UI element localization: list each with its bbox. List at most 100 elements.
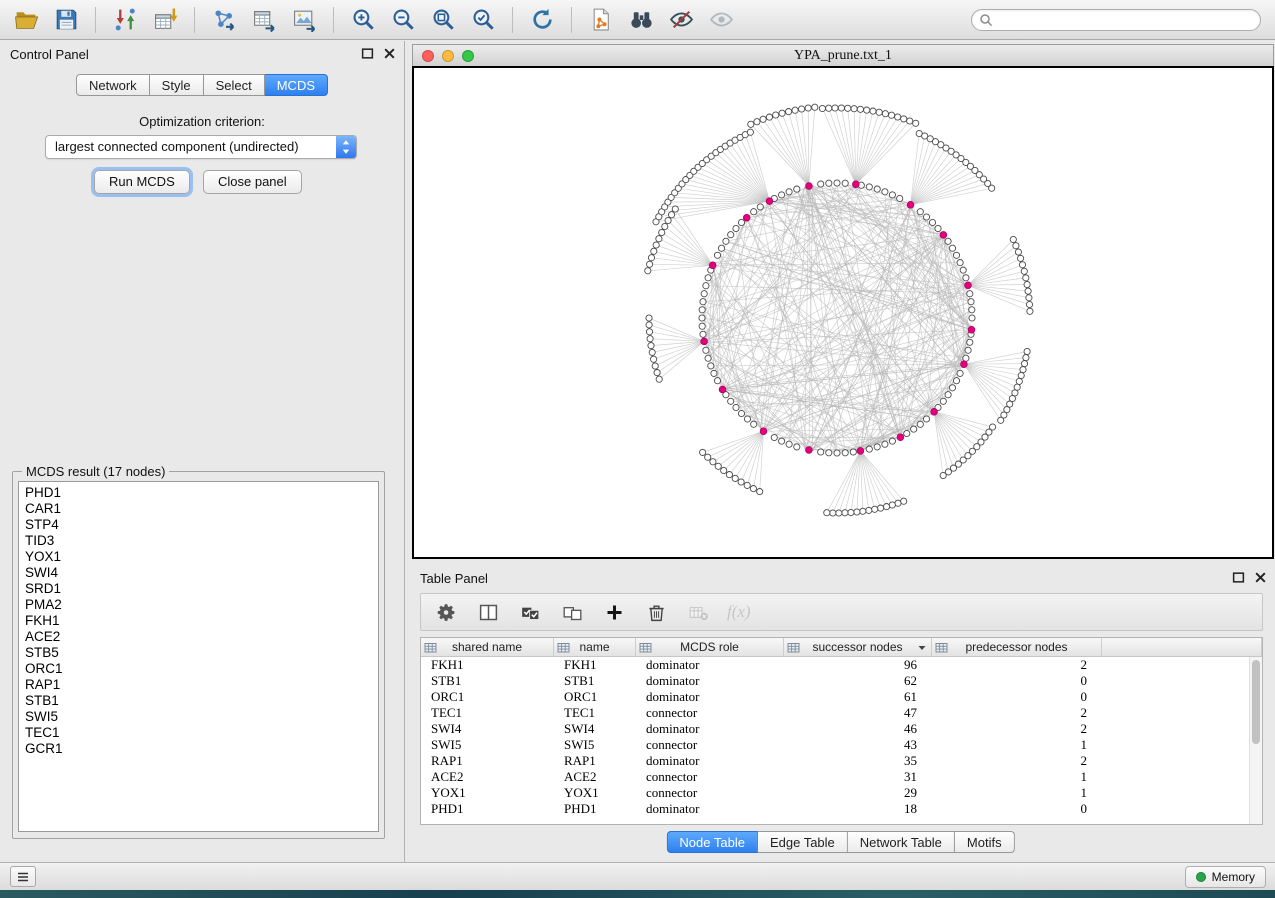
- close-table-panel-button[interactable]: [1254, 571, 1267, 584]
- application-window: Control Panel NetworkStyleSelectMCDS Opt…: [0, 0, 1275, 898]
- table-vertical-scrollbar[interactable]: [1249, 657, 1262, 824]
- table-row[interactable]: ACE2ACE2connector311: [421, 769, 1262, 785]
- mcds-result-item[interactable]: STB1: [25, 693, 372, 709]
- zoom-fit-button[interactable]: [425, 4, 461, 36]
- column-header-shared-name[interactable]: shared name: [421, 638, 554, 656]
- table-tab-motifs[interactable]: Motifs: [955, 831, 1015, 853]
- table-cell: 0: [932, 801, 1102, 817]
- mcds-result-item[interactable]: SWI4: [25, 565, 372, 581]
- mcds-result-item[interactable]: TID3: [25, 533, 372, 549]
- function-builder-button[interactable]: f(x): [727, 599, 751, 625]
- mcds-result-item[interactable]: STP4: [25, 517, 372, 533]
- table-settings-button[interactable]: [433, 599, 459, 625]
- optimization-criterion-select[interactable]: largest connected component (undirected): [45, 135, 357, 159]
- mcds-result-item[interactable]: ORC1: [25, 661, 372, 677]
- zoom-selected-button[interactable]: [465, 4, 501, 36]
- zoom-in-button[interactable]: [345, 4, 381, 36]
- network-window-title: YPA_prune.txt_1: [413, 48, 1273, 64]
- status-menu-button[interactable]: [10, 866, 36, 887]
- hide-selected-button[interactable]: [663, 4, 699, 36]
- toolbar-icon-group: [8, 4, 739, 36]
- table-row[interactable]: PHD1PHD1dominator180: [421, 801, 1262, 817]
- open-session-button[interactable]: [8, 4, 44, 36]
- table-row[interactable]: FKH1FKH1dominator962: [421, 657, 1262, 673]
- toggle-columns-button[interactable]: [475, 599, 501, 625]
- import-network-button[interactable]: [107, 4, 143, 36]
- table-cell: STB1: [554, 673, 636, 689]
- table-row[interactable]: STB1STB1dominator620: [421, 673, 1262, 689]
- export-table-button[interactable]: [246, 4, 282, 36]
- table-tab-node-table[interactable]: Node Table: [666, 831, 758, 853]
- optimization-criterion-label: Optimization criterion:: [0, 114, 404, 129]
- table-row[interactable]: YOX1YOX1connector291: [421, 785, 1262, 801]
- table-cell: 1: [932, 769, 1102, 785]
- memory-button[interactable]: Memory: [1185, 866, 1266, 888]
- deselect-all-rows-button[interactable]: [559, 599, 585, 625]
- table-cell: dominator: [636, 801, 784, 817]
- mcds-result-item[interactable]: YOX1: [25, 549, 372, 565]
- float-panel-button[interactable]: [361, 47, 374, 60]
- mcds-result-item[interactable]: RAP1: [25, 677, 372, 693]
- table-cell: YOX1: [421, 785, 554, 801]
- mcds-result-item[interactable]: CAR1: [25, 501, 372, 517]
- close-panel-button[interactable]: [383, 47, 396, 60]
- clear-table-button[interactable]: [685, 599, 711, 625]
- mcds-result-item[interactable]: PMA2: [25, 597, 372, 613]
- column-header-mcds-role[interactable]: MCDS role: [636, 638, 784, 656]
- column-header-name[interactable]: name: [554, 638, 636, 656]
- mcds-result-item[interactable]: GCR1: [25, 741, 372, 757]
- tab-network[interactable]: Network: [76, 74, 150, 96]
- table-tab-edge-table[interactable]: Edge Table: [758, 831, 848, 853]
- column-header-predecessor-nodes[interactable]: predecessor nodes: [932, 638, 1102, 656]
- add-column-button[interactable]: [601, 599, 627, 625]
- delete-column-button[interactable]: [643, 599, 669, 625]
- tab-style[interactable]: Style: [150, 74, 204, 96]
- table-cell: PHD1: [421, 801, 554, 817]
- new-network-from-selection-button[interactable]: [583, 4, 619, 36]
- table-tab-network-table[interactable]: Network Table: [848, 831, 955, 853]
- show-all-button[interactable]: [703, 4, 739, 36]
- toolbar-separator: [571, 7, 572, 33]
- search-input[interactable]: [971, 9, 1261, 31]
- table-row[interactable]: SWI5SWI5connector431: [421, 737, 1262, 753]
- control-panel-tabs: NetworkStyleSelectMCDS: [76, 74, 328, 96]
- export-network-button[interactable]: [206, 4, 242, 36]
- run-mcds-button[interactable]: Run MCDS: [94, 170, 190, 194]
- mcds-result-item[interactable]: PHD1: [25, 485, 372, 501]
- table-row[interactable]: ORC1ORC1dominator610: [421, 689, 1262, 705]
- table-row[interactable]: RAP1RAP1dominator352: [421, 753, 1262, 769]
- scrollbar-thumb[interactable]: [1252, 660, 1260, 744]
- export-image-button[interactable]: [286, 4, 322, 36]
- save-session-button[interactable]: [48, 4, 84, 36]
- table-cell: PHD1: [554, 801, 636, 817]
- table-cell-filler: [1102, 689, 1262, 705]
- refresh-layout-button[interactable]: [524, 4, 560, 36]
- tab-select[interactable]: Select: [204, 74, 265, 96]
- mcds-result-item[interactable]: TEC1: [25, 725, 372, 741]
- find-button[interactable]: [623, 4, 659, 36]
- mcds-result-item[interactable]: STB5: [25, 645, 372, 661]
- table-cell: 35: [784, 753, 932, 769]
- mcds-result-item[interactable]: SWI5: [25, 709, 372, 725]
- table-row[interactable]: SWI4SWI4dominator462: [421, 721, 1262, 737]
- import-table-button[interactable]: [147, 4, 183, 36]
- select-all-rows-button[interactable]: [517, 599, 543, 625]
- network-canvas[interactable]: [412, 66, 1274, 559]
- memory-label: Memory: [1212, 870, 1255, 884]
- mcds-result-list[interactable]: PHD1CAR1STP4TID3YOX1SWI4SRD1PMA2FKH1ACE2…: [18, 481, 379, 832]
- table-cell: 29: [784, 785, 932, 801]
- table-cell: 1: [932, 785, 1102, 801]
- zoom-out-button[interactable]: [385, 4, 421, 36]
- table-panel-tabs: Node TableEdge TableNetwork TableMotifs: [666, 831, 1014, 853]
- mcds-result-item[interactable]: SRD1: [25, 581, 372, 597]
- table-row[interactable]: TEC1TEC1connector472: [421, 705, 1262, 721]
- column-header-successor-nodes[interactable]: successor nodes: [784, 638, 932, 656]
- close-panel-action-button[interactable]: Close panel: [203, 170, 302, 194]
- mcds-result-item[interactable]: ACE2: [25, 629, 372, 645]
- tab-mcds[interactable]: MCDS: [265, 74, 328, 96]
- workspace: Control Panel NetworkStyleSelectMCDS Opt…: [0, 41, 1275, 862]
- float-table-panel-button[interactable]: [1232, 571, 1245, 584]
- table-cell: FKH1: [421, 657, 554, 673]
- table-cell: 31: [784, 769, 932, 785]
- mcds-result-item[interactable]: FKH1: [25, 613, 372, 629]
